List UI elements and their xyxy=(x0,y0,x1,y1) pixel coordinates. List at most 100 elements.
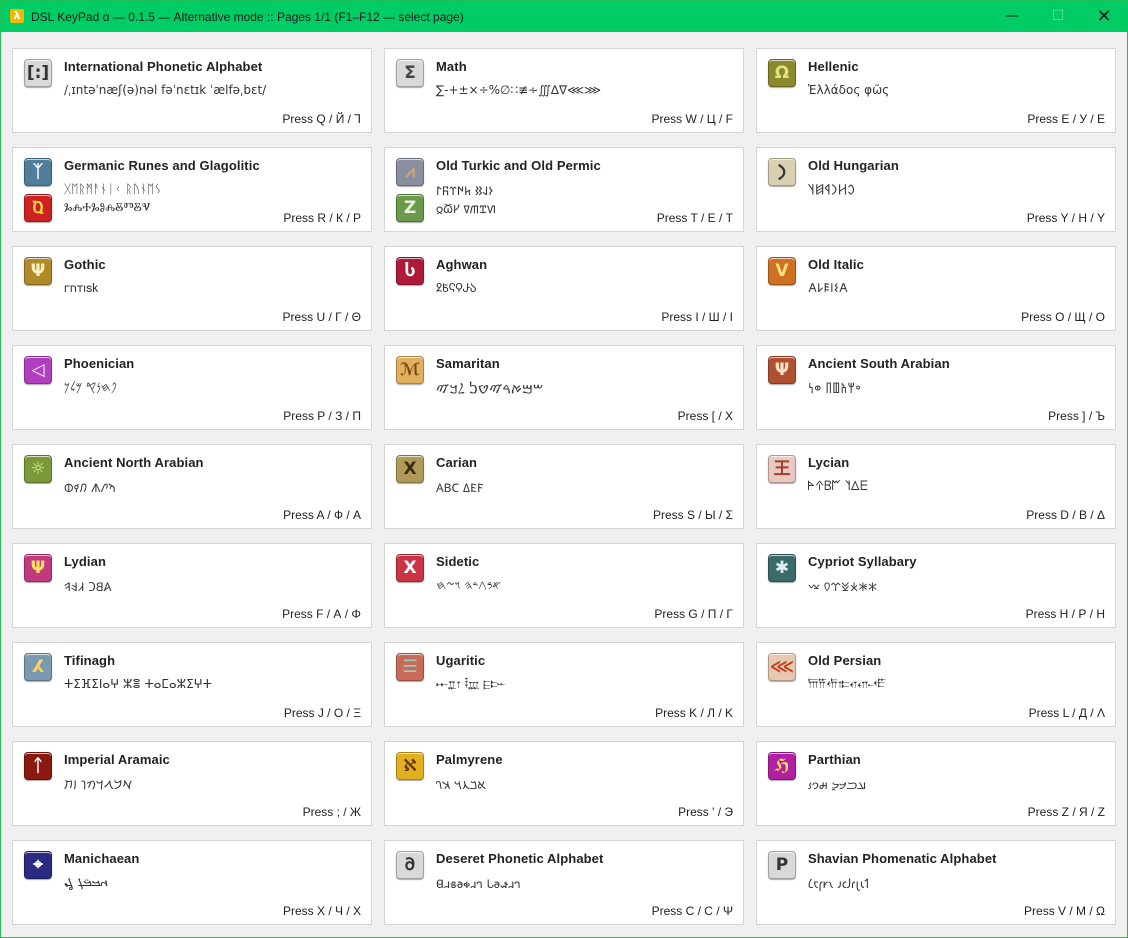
shortcut-label: Press X / Ч / X xyxy=(283,904,361,918)
script-name: Samaritan xyxy=(436,356,500,371)
script-name: Lydian xyxy=(64,554,106,569)
script-name: Old Persian xyxy=(808,653,881,668)
script-name: Palmyrene xyxy=(436,752,503,767)
script-card-gothic[interactable]: Ψ Gothic 𐌲𐌿𐍄𐌹𐍃𐌺 Press U / Г / Θ xyxy=(12,246,372,331)
shortcut-label: Press P / З / Π xyxy=(283,409,361,423)
shortcut-label: Press ] / Ъ xyxy=(1048,409,1105,423)
script-card-parthian[interactable]: ℌ Parthian 𐭀𐭁𐭂𐭃 𐭄𐭅𐭆 Press Z / Я / Z xyxy=(756,741,1116,826)
shortcut-label: Press F / А / Φ xyxy=(282,607,361,621)
script-name: Old Hungarian xyxy=(808,158,899,173)
script-name: Manichaean xyxy=(64,851,139,866)
script-card-imperial-aramaic[interactable]: ᛏ Imperial Aramaic 𐡀𐡁𐡂𐡃𐡄𐡅 𐡆𐡇 Press ; / Ж xyxy=(12,741,372,826)
minimize-button[interactable]: — xyxy=(989,1,1035,32)
script-tile-icon: ꓫ xyxy=(396,554,424,582)
script-name: Sidetic xyxy=(436,554,479,569)
script-card-palmyrene[interactable]: ℵ Palmyrene 𐡠𐡡𐡢𐡣 𐡤𐡥 Press ' / Э xyxy=(384,741,744,826)
script-card-carian[interactable]: X Carian 𐊠𐊡𐊢 𐊣𐊤𐊥 Press S / Ы / Σ xyxy=(384,444,744,529)
script-sample: ᚷᛖᚱᛗᚨᚾᛁᚲ ᚱᚢᚾᛖᛊ xyxy=(64,182,161,196)
script-name: Phoenician xyxy=(64,356,134,371)
script-name: Aghwan xyxy=(436,257,487,272)
script-tile-icon: ✱ xyxy=(768,554,796,582)
shortcut-label: Press G / П / Γ xyxy=(654,607,733,621)
shortcut-label: Press S / Ы / Σ xyxy=(653,508,733,522)
shortcut-label: Press R / К / P xyxy=(283,211,361,225)
script-tile-icon: ℳ xyxy=(396,356,424,384)
script-sample: Ἑλλάδος φῶς xyxy=(808,83,889,97)
shortcut-label: Press [ / Х xyxy=(678,409,733,423)
script-tile-icon: Σ xyxy=(396,59,424,87)
script-sample: 𐤀𐤁𐤂𐤃𐤄 𐤅𐤆𐤇 xyxy=(436,578,501,593)
script-name: Gothic xyxy=(64,257,106,272)
script-sample: 𐭀𐭁𐭂𐭃 𐭄𐭅𐭆 xyxy=(808,776,866,793)
script-sample: 𐑖𐑱𐑝𐑾𐑯 𐑨𐑤𐑓𐑩𐑚𐑧𐑑 xyxy=(808,875,869,892)
script-card-lycian[interactable]: 王 Lycian 𐊀𐊁𐊂𐊃 𐊄𐊅𐊆 Press D / В / Δ xyxy=(756,444,1116,529)
script-card-ancient-south-arabian[interactable]: Ψ Ancient South Arabian 𐩲𐩢𐩱𐩷𐩨 𐩥𐩬 Press ] / … xyxy=(756,345,1116,430)
script-tile-icon: 王 xyxy=(768,455,796,483)
script-tile-icon: 𐲙 xyxy=(768,158,796,186)
script-card-germanic-runes-and-glagolitic[interactable]: ᛉ Ⱒ Germanic Runes and Glagolitic ᚷᛖᚱᛗᚨᚾᛁᚲ … xyxy=(12,147,372,232)
script-card-hellenic[interactable]: Ω Hellenic Ἑλλάδος φῶς Press E / У / E xyxy=(756,48,1116,133)
maximize-button[interactable]: ☐ xyxy=(1035,1,1081,32)
script-tile-icon: ᛏ xyxy=(24,752,52,780)
script-name: Cypriot Syllabary xyxy=(808,554,917,569)
script-card-old-italic[interactable]: V Old Italic 𐌀𐌋𐌄𐌉𐌔𐌀 Press O / Щ / O xyxy=(756,246,1116,331)
script-card-ugaritic[interactable]: ☰ Ugaritic 𐎀𐎁𐎂 𐎃𐎄 𐎅𐎆 Press K / Л / K xyxy=(384,642,744,727)
script-card-samaritan[interactable]: ℳ Samaritan ࠔࠌࠀࠓࠉࠈࠍ ࠋࠊࠉ Press [ / Х xyxy=(384,345,744,430)
script-tile-icon: Ψ xyxy=(24,257,52,285)
script-sample: 𐪀𐪁𐪂 𐪃𐪄𐪅 xyxy=(64,479,116,496)
script-sample: 𐊀𐊁𐊂𐊃 𐊄𐊅𐊆 xyxy=(808,479,868,494)
script-sample: 𐫀𐫁𐫂𐫃 𐫄𐫅 xyxy=(64,875,108,891)
script-tile-icon: ⵃ xyxy=(24,653,52,681)
script-name: Hellenic xyxy=(808,59,859,74)
shortcut-label: Press Z / Я / Z xyxy=(1028,805,1105,819)
shortcut-label: Press J / О / Ξ xyxy=(284,706,361,720)
script-card-deseret-phonetic-alphabet[interactable]: 𐐀 Deseret Phonetic Alphabet 𐐔𐐯𐑅𐐨𐑉𐐯𐐻 𐐢𐐨𐑎𐐯𐐻 P… xyxy=(384,840,744,925)
script-tile-icon: ᛉ xyxy=(24,158,52,186)
script-tile-icon: P xyxy=(768,851,796,879)
script-sample: 𐰆𐰞𐰑 𐱅𐰇𐰼𐰜𐰃 xyxy=(436,182,493,199)
script-card-math[interactable]: Σ Math ∑-+±×÷%∅∷≢∻∭∆∇⋘⋙ Press W / Ц / F xyxy=(384,48,744,133)
shortcut-label: Press T / Е / T xyxy=(657,211,733,225)
shortcut-label: Press U / Г / Θ xyxy=(282,310,361,324)
script-tile-icon: Ψ xyxy=(24,554,52,582)
app-window: λ DSL KeyPad α — 0.1.5 — Alternative mod… xyxy=(0,0,1128,938)
script-name: Ugaritic xyxy=(436,653,485,668)
script-tile-icon: Ψ xyxy=(768,356,796,384)
script-card-aghwan[interactable]: Ⴑ Aghwan 𐔰𐔱𐔲𐔳𐔴𐔵 Press I / Ш / I xyxy=(384,246,744,331)
shortcut-label: Press V / М / Ω xyxy=(1024,904,1105,918)
shortcut-label: Press Q / Й / Ꞁ xyxy=(282,112,361,126)
script-card-shavian-phomenatic-alphabet[interactable]: P Shavian Phomenatic Alphabet 𐑖𐑱𐑝𐑾𐑯 𐑨𐑤𐑓𐑩𐑚𐑧… xyxy=(756,840,1116,925)
script-sample: /ˌɪntəˈnæʃ(ə)nəl fəˈnɛtɪk ˈælfəˌbɛt/ xyxy=(64,83,266,97)
script-card-cypriot-syllabary[interactable]: ✱ Cypriot Syllabary 𐠀𐠁𐠂𐠃𐠄𐠅 𐠆𐠇𐠈 Press H / Р … xyxy=(756,543,1116,628)
script-name: International Phonetic Alphabet xyxy=(64,59,262,74)
script-tile-icon: Z xyxy=(396,194,424,222)
title-bar[interactable]: λ DSL KeyPad α — 0.1.5 — Alternative mod… xyxy=(1,1,1127,32)
script-sample: 𐤠𐤡𐤢 𐤣𐤤𐤥 xyxy=(64,578,112,595)
script-sample: 𐐔𐐯𐑅𐐨𐑉𐐯𐐻 𐐢𐐨𐑎𐐯𐐻 xyxy=(436,875,521,892)
script-sample: 𐎠𐎡𐎢𐎣𐎤𐎥𐎦 xyxy=(808,677,886,692)
script-tile-icon: Ω xyxy=(768,59,796,87)
shortcut-label: Press ' / Э xyxy=(678,805,733,819)
script-card-old-persian[interactable]: ⋘ Old Persian 𐎠𐎡𐎢𐎣𐎤𐎥𐎦 Press L / Д / Λ xyxy=(756,642,1116,727)
script-tile-icon: V xyxy=(768,257,796,285)
script-card-sidetic[interactable]: ꓫ Sidetic 𐤀𐤁𐤂𐤃𐤄 𐤅𐤆𐤇 Press G / П / Γ xyxy=(384,543,744,628)
script-tile-icon: ⩘ xyxy=(396,158,424,186)
app-icon: λ xyxy=(10,9,24,23)
script-sample-secondary: ⰃⰎⰀⰃⰑⰎⰋⰕⰋⰜ xyxy=(64,200,150,215)
script-tile-icon: ℌ xyxy=(768,752,796,780)
script-card-lydian[interactable]: Ψ Lydian 𐤠𐤡𐤢 𐤣𐤤𐤥 Press F / А / Φ xyxy=(12,543,372,628)
script-card-manichaean[interactable]: ⌖ Manichaean 𐫀𐫁𐫂𐫃 𐫄𐫅 Press X / Ч / X xyxy=(12,840,372,925)
script-card-tifinagh[interactable]: ⵃ Tifinagh ⵜⵉⴼⵉⵏⴰⵖ ⵣⴻ ⵜⴰⵎⴰⵣⵉⵖⵜ Press J / О … xyxy=(12,642,372,727)
shortcut-label: Press D / В / Δ xyxy=(1026,508,1105,522)
script-name: Tifinagh xyxy=(64,653,115,668)
script-tile-icon: ⌖ xyxy=(24,851,52,879)
script-card-old-turkic-and-old-permic[interactable]: ⩘ Z Old Turkic and Old Permic 𐰆𐰞𐰑 𐱅𐰇𐰼𐰜𐰃 𐍉𐍫𐍔 … xyxy=(384,147,744,232)
script-sample: 𐩲𐩢𐩱𐩷𐩨 𐩥𐩬 xyxy=(808,380,861,397)
shortcut-label: Press I / Ш / I xyxy=(661,310,733,324)
script-card-old-hungarian[interactable]: 𐲙 Old Hungarian 𐲛𐲢𐲙𐲁𐲯𐲦 Press Y / Н / Y xyxy=(756,147,1116,232)
close-button[interactable]: ✕ xyxy=(1081,1,1127,32)
script-sample: 𐌲𐌿𐍄𐌹𐍃𐌺 xyxy=(64,281,98,296)
script-card-ancient-north-arabian[interactable]: ☼ Ancient North Arabian 𐪀𐪁𐪂 𐪃𐪄𐪅 Press A / Ф… xyxy=(12,444,372,529)
script-card-phoenician[interactable]: ◁ Phoenician 𐤐𐤇𐤍𐤒 𐤌𐤋𐤊 Press P / З / Π xyxy=(12,345,372,430)
script-card-international-phonetic-alphabet[interactable]: [:] International Phonetic Alphabet/ˌɪntə… xyxy=(12,48,372,133)
